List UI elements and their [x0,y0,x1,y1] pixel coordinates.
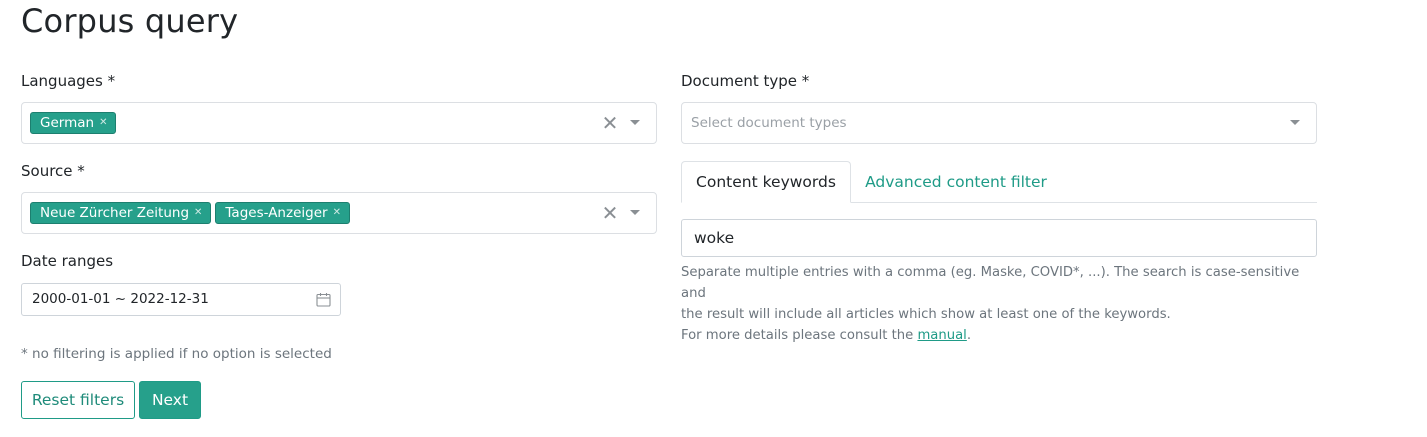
languages-tags: German ✕ [30,112,117,134]
source-tag-nzz: Neue Zürcher Zeitung ✕ [30,202,212,224]
chevron-down-icon[interactable] [630,210,640,215]
help-line-2: the result will include all articles whi… [681,307,1171,322]
document-type-label: Document type * [681,72,810,90]
help-line-1: Separate multiple entries with a comma (… [681,265,1300,301]
source-label: Source * [21,162,85,180]
source-tag-tages-anzeiger: Tages-Anzeiger ✕ [215,202,350,224]
language-tag-german: German ✕ [30,112,117,134]
tag-label: Neue Zürcher Zeitung [40,205,190,221]
reset-filters-button[interactable]: Reset filters [21,381,135,419]
clear-source-icon[interactable]: ✕ [601,202,619,224]
languages-select[interactable]: German ✕ ✕ [21,102,657,144]
tab-advanced-content-filter[interactable]: Advanced content filter [851,161,1061,203]
tag-label: German [40,115,95,131]
help-line-3-prefix: For more details please consult the [681,328,918,343]
help-line-3-suffix: . [966,328,972,343]
tag-label: Tages-Anzeiger [225,205,328,221]
keywords-input[interactable] [681,219,1317,257]
calendar-icon[interactable] [316,292,331,307]
clear-languages-icon[interactable]: ✕ [601,112,619,134]
tag-remove-icon[interactable]: ✕ [333,203,341,223]
source-select[interactable]: Neue Zürcher Zeitung ✕ Tages-Anzeiger ✕ … [21,192,657,234]
chevron-down-icon[interactable] [1290,120,1300,125]
manual-link[interactable]: manual [917,328,966,343]
date-range-picker[interactable]: 2000-01-01 ~ 2022-12-31 [21,283,341,316]
source-tags: Neue Zürcher Zeitung ✕ Tages-Anzeiger ✕ [30,202,350,224]
next-button[interactable]: Next [139,381,201,419]
document-type-placeholder: Select document types [691,115,847,131]
document-type-select[interactable]: Select document types [681,102,1317,144]
keywords-help-text: Separate multiple entries with a comma (… [681,262,1321,346]
tag-remove-icon[interactable]: ✕ [194,203,202,223]
date-range-value: 2000-01-01 ~ 2022-12-31 [32,291,209,307]
chevron-down-icon[interactable] [630,120,640,125]
languages-label: Languages * [21,72,116,90]
tab-content-keywords[interactable]: Content keywords [681,161,851,203]
date-ranges-label: Date ranges [21,252,114,270]
page-title: Corpus query [21,2,239,40]
tag-remove-icon[interactable]: ✕ [99,113,107,133]
filter-hint: * no filtering is applied if no option i… [21,346,332,362]
